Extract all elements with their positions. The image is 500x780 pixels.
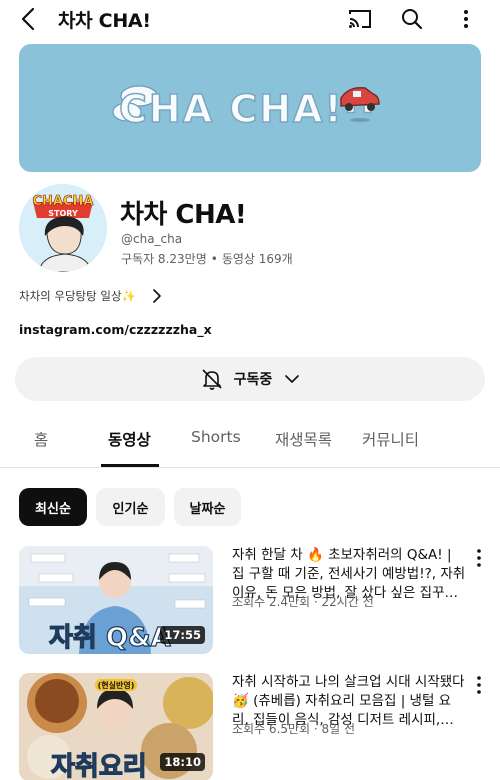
active-tab-indicator	[101, 464, 159, 467]
channel-link[interactable]: instagram.com/czzzzzzha_x	[19, 322, 212, 337]
tab-videos[interactable]: 동영상	[108, 428, 151, 450]
channel-avatar[interactable]: CHACHA STORY	[19, 184, 107, 272]
channel-description: 차차의 우당탕탕 일상✨	[19, 289, 136, 303]
banner-art: CHA CHA!··	[112, 85, 380, 132]
channel-handle: @cha_cha	[121, 232, 183, 246]
back-button[interactable]	[14, 4, 42, 34]
channel-banner: CHA CHA!··	[19, 44, 481, 172]
chip-latest[interactable]: 최신순	[19, 488, 87, 526]
search-icon	[402, 9, 423, 30]
stats-separator: •	[210, 252, 218, 266]
chevron-down-icon	[285, 375, 300, 383]
thumbnail-caption: 자취요리	[51, 752, 147, 780]
avatar-image: CHACHA STORY	[19, 184, 107, 272]
tab-shorts[interactable]: Shorts	[191, 428, 241, 446]
more-options-button[interactable]	[452, 5, 480, 33]
video-duration: 17:55	[160, 626, 205, 644]
top-bar: 차차 CHA!	[0, 0, 500, 38]
video-item[interactable]: 자취 Q&A 17:55 자취 한달 차 🔥 초보자취러의 Q&A! | 집 구…	[19, 546, 485, 656]
channel-description-row[interactable]: 차차의 우당탕탕 일상✨	[19, 286, 179, 306]
subscriber-count: 구독자 8.23만명	[121, 252, 207, 266]
chevron-right-icon	[153, 289, 161, 303]
tab-home[interactable]: 홈	[34, 428, 48, 450]
channel-tabs: 홈 동영상 Shorts 재생목록 커뮤니티	[0, 412, 500, 468]
search-button[interactable]	[398, 5, 426, 33]
tab-community[interactable]: 커뮤니티	[362, 428, 419, 450]
video-meta: 조회수 6.5만회 · 8일 전	[232, 722, 356, 736]
chip-oldest[interactable]: 날짜순	[174, 488, 241, 526]
more-vert-icon[interactable]	[471, 548, 487, 568]
banner-text: CHA CHA!··	[119, 87, 377, 131]
video-duration: 18:10	[160, 753, 205, 771]
more-vert-icon[interactable]	[471, 675, 487, 695]
cast-button[interactable]	[346, 5, 374, 33]
video-item[interactable]: (현실반영) 자취요리 18:10 자취 시작하고 나의 살크업 시대 시작됐다…	[19, 673, 485, 780]
thumbnail-caption: 자취 Q&A	[49, 623, 171, 653]
subscribed-label: 구독중	[233, 372, 273, 388]
video-meta: 조회수 2.4만회 · 22시간 전	[232, 595, 374, 609]
more-vert-icon	[464, 10, 468, 28]
back-arrow-icon	[21, 7, 35, 31]
page-title: 차차 CHA!	[58, 10, 151, 32]
channel-name: 차차 CHA!	[120, 200, 247, 230]
cast-icon	[349, 10, 371, 28]
video-thumbnail[interactable]: 자취 Q&A 17:55	[19, 546, 213, 654]
channel-stats: 구독자 8.23만명 • 동영상 169개	[121, 250, 293, 267]
video-thumbnail[interactable]: (현실반영) 자취요리 18:10	[19, 673, 213, 780]
chip-popular[interactable]: 인기순	[96, 488, 165, 526]
tab-playlists[interactable]: 재생목록	[275, 428, 332, 450]
thumbnail-badge: (현실반영)	[98, 680, 135, 690]
video-count: 동영상 169개	[221, 252, 293, 266]
subscribed-button[interactable]: 구독중	[15, 357, 485, 401]
avatar-text-top: CHACHA	[33, 194, 94, 209]
bell-off-icon	[202, 369, 222, 390]
